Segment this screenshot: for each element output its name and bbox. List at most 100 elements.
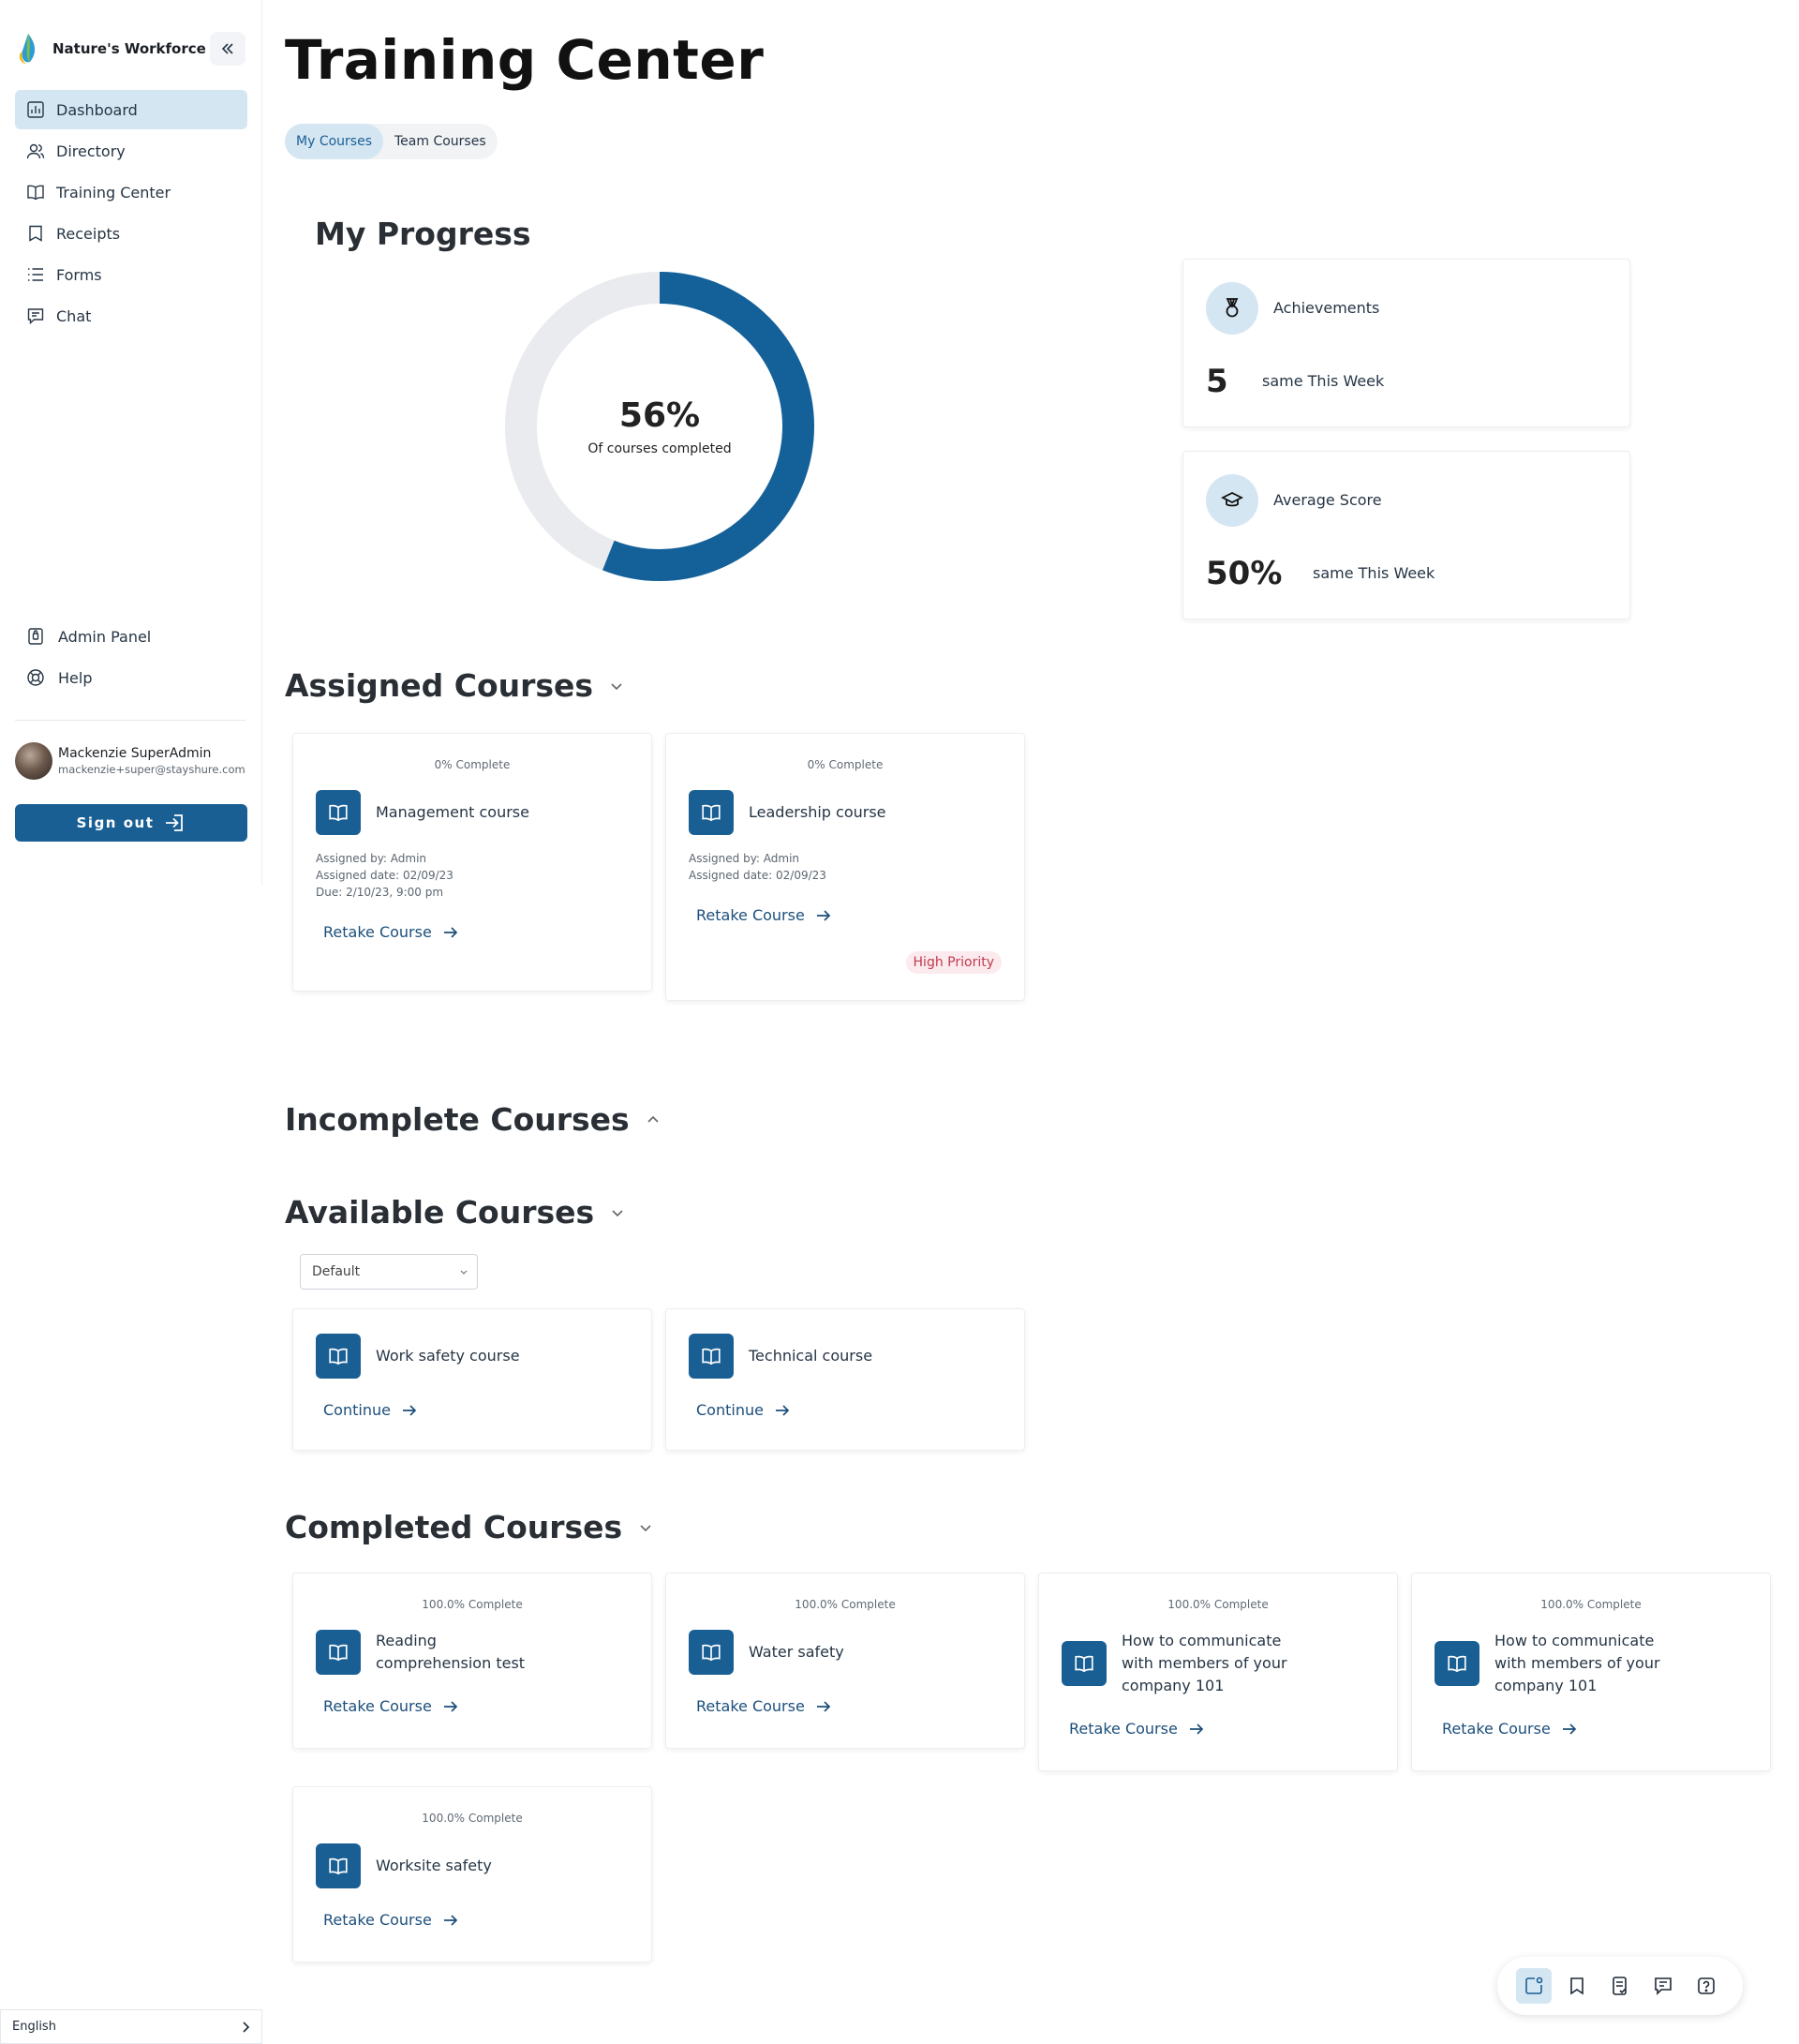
average-score-card: Average Score 50% same This Week bbox=[1182, 451, 1630, 619]
message-button[interactable] bbox=[1645, 1968, 1681, 2004]
course-title: Management course bbox=[376, 803, 529, 821]
chevron-down-icon bbox=[640, 1524, 651, 1531]
book-open-icon bbox=[1075, 1655, 1093, 1673]
sidebar-item-help[interactable]: Help bbox=[19, 658, 251, 697]
completed-courses-header[interactable]: Completed Courses bbox=[285, 1509, 654, 1545]
arrow-right-icon bbox=[443, 926, 458, 938]
tab-team-courses[interactable]: Team Courses bbox=[383, 124, 498, 159]
book-open-icon bbox=[27, 185, 44, 201]
chat-icon bbox=[27, 308, 44, 325]
progress-title-text: My Progress bbox=[315, 216, 531, 252]
sidebar: Nature's Workforce Dashboard Directory T… bbox=[0, 0, 262, 886]
achievements-label: Achievements bbox=[1273, 299, 1380, 317]
continue-course-link[interactable]: Continue bbox=[696, 1401, 790, 1419]
tab-my-courses[interactable]: My Courses bbox=[285, 124, 383, 159]
sidebar-item-directory[interactable]: Directory bbox=[15, 131, 247, 171]
sidebar-bottom-nav: Admin Panel Help bbox=[19, 617, 251, 699]
sign-out-button[interactable]: Sign out bbox=[15, 804, 247, 842]
book-open-icon bbox=[329, 1348, 348, 1365]
arrow-right-icon bbox=[443, 1700, 458, 1712]
course-tabs: My Courses Team Courses bbox=[285, 124, 498, 159]
sidebar-item-receipts[interactable]: Receipts bbox=[15, 214, 247, 253]
course-title: How to communicate with members of your … bbox=[1122, 1632, 1287, 1694]
sidebar-item-forms[interactable]: Forms bbox=[15, 255, 247, 294]
course-title: Worksite safety bbox=[376, 1857, 492, 1874]
bookmark-icon bbox=[1570, 1977, 1583, 1995]
user-email: mackenzie+super@stayshure.com bbox=[58, 763, 245, 776]
course-progress-label: 100.0% Complete bbox=[422, 1812, 523, 1825]
course-title: Technical course bbox=[749, 1347, 873, 1365]
course-icon bbox=[689, 1630, 734, 1675]
sidebar-item-label: Dashboard bbox=[56, 100, 138, 119]
brand[interactable]: Nature's Workforce bbox=[15, 32, 206, 66]
checklist-button[interactable] bbox=[1602, 1968, 1638, 2004]
sidebar-item-dashboard[interactable]: Dashboard bbox=[15, 90, 247, 129]
collapse-sidebar-button[interactable] bbox=[210, 32, 245, 66]
sign-out-icon bbox=[166, 814, 184, 831]
course-icon bbox=[1435, 1641, 1479, 1686]
course-progress-label: 100.0% Complete bbox=[795, 1598, 896, 1611]
medal-icon bbox=[1226, 298, 1239, 318]
book-open-icon bbox=[702, 804, 721, 822]
sidebar-item-chat[interactable]: Chat bbox=[15, 296, 247, 336]
retake-course-label: Retake Course bbox=[323, 923, 432, 941]
sidebar-divider bbox=[15, 720, 245, 721]
sidebar-item-label: Forms bbox=[56, 265, 102, 284]
message-icon bbox=[1655, 1977, 1672, 1995]
completed-course-card: 100.0% Complete Reading comprehension te… bbox=[292, 1573, 652, 1749]
retake-course-link[interactable]: Retake Course bbox=[323, 1911, 458, 1929]
book-open-icon bbox=[329, 1644, 348, 1662]
sidebar-item-training-center[interactable]: Training Center bbox=[15, 172, 247, 212]
retake-course-label: Retake Course bbox=[1069, 1720, 1178, 1738]
retake-course-link[interactable]: Retake Course bbox=[696, 1697, 831, 1715]
retake-course-link[interactable]: Retake Course bbox=[696, 906, 831, 924]
retake-course-link[interactable]: Retake Course bbox=[323, 923, 458, 941]
receipt-icon bbox=[29, 225, 42, 242]
retake-course-link[interactable]: Retake Course bbox=[1442, 1720, 1577, 1738]
available-courses-header[interactable]: Available Courses bbox=[285, 1194, 626, 1231]
sidebar-item-label: Training Center bbox=[56, 183, 171, 201]
floating-toolbar bbox=[1497, 1957, 1743, 2015]
help-icon bbox=[1698, 1977, 1715, 1994]
progress-title: My Progress bbox=[315, 216, 531, 252]
continue-course-link[interactable]: Continue bbox=[323, 1401, 417, 1419]
new-note-button[interactable] bbox=[1516, 1968, 1552, 2004]
new-note-icon bbox=[1525, 1977, 1543, 1994]
language-selector[interactable]: English bbox=[0, 2009, 262, 2044]
arrow-right-icon bbox=[775, 1404, 790, 1416]
arrow-right-icon bbox=[1189, 1723, 1204, 1735]
course-icon bbox=[316, 1630, 361, 1675]
users-icon bbox=[26, 143, 45, 159]
assigned-courses-title: Assigned Courses bbox=[285, 667, 594, 704]
help-button[interactable] bbox=[1688, 1968, 1724, 2004]
course-title: How to communicate with members of your … bbox=[1494, 1632, 1660, 1694]
course-title: Leadership course bbox=[749, 803, 886, 821]
course-icon bbox=[316, 1843, 361, 1888]
course-progress-label: 100.0% Complete bbox=[422, 1598, 523, 1611]
sidebar-item-label: Help bbox=[58, 668, 93, 687]
retake-course-link[interactable]: Retake Course bbox=[323, 1697, 458, 1715]
language-label: English bbox=[12, 2020, 56, 2034]
arrow-right-icon bbox=[402, 1404, 417, 1416]
user-profile[interactable]: Mackenzie SuperAdmin mackenzie+super@sta… bbox=[15, 742, 259, 780]
course-progress-label: 0% Complete bbox=[807, 758, 884, 771]
retake-course-label: Retake Course bbox=[323, 1911, 432, 1929]
book-open-icon bbox=[329, 1858, 348, 1875]
chevron-right-icon bbox=[243, 2021, 250, 2033]
completed-course-card: 100.0% Complete Worksite safety Retake C… bbox=[292, 1786, 652, 1962]
achievements-value: 5 bbox=[1206, 363, 1228, 400]
book-open-icon bbox=[1448, 1655, 1466, 1673]
sidebar-item-admin-panel[interactable]: Admin Panel bbox=[19, 617, 251, 656]
course-progress-label: 0% Complete bbox=[434, 758, 511, 771]
assigned-courses-header[interactable]: Assigned Courses bbox=[285, 667, 625, 704]
admin-icon bbox=[28, 628, 43, 645]
incomplete-courses-header[interactable]: Incomplete Courses bbox=[285, 1101, 662, 1138]
available-courses-filter-select[interactable]: Default bbox=[300, 1254, 478, 1290]
retake-course-link[interactable]: Retake Course bbox=[1069, 1720, 1204, 1738]
avatar bbox=[15, 742, 52, 780]
course-icon bbox=[316, 1334, 361, 1379]
sidebar-item-label: Receipts bbox=[56, 224, 121, 243]
user-name: Mackenzie SuperAdmin bbox=[58, 746, 212, 761]
bookmark-button[interactable] bbox=[1559, 1968, 1595, 2004]
progress-donut: 56% Of courses completed bbox=[504, 271, 815, 582]
